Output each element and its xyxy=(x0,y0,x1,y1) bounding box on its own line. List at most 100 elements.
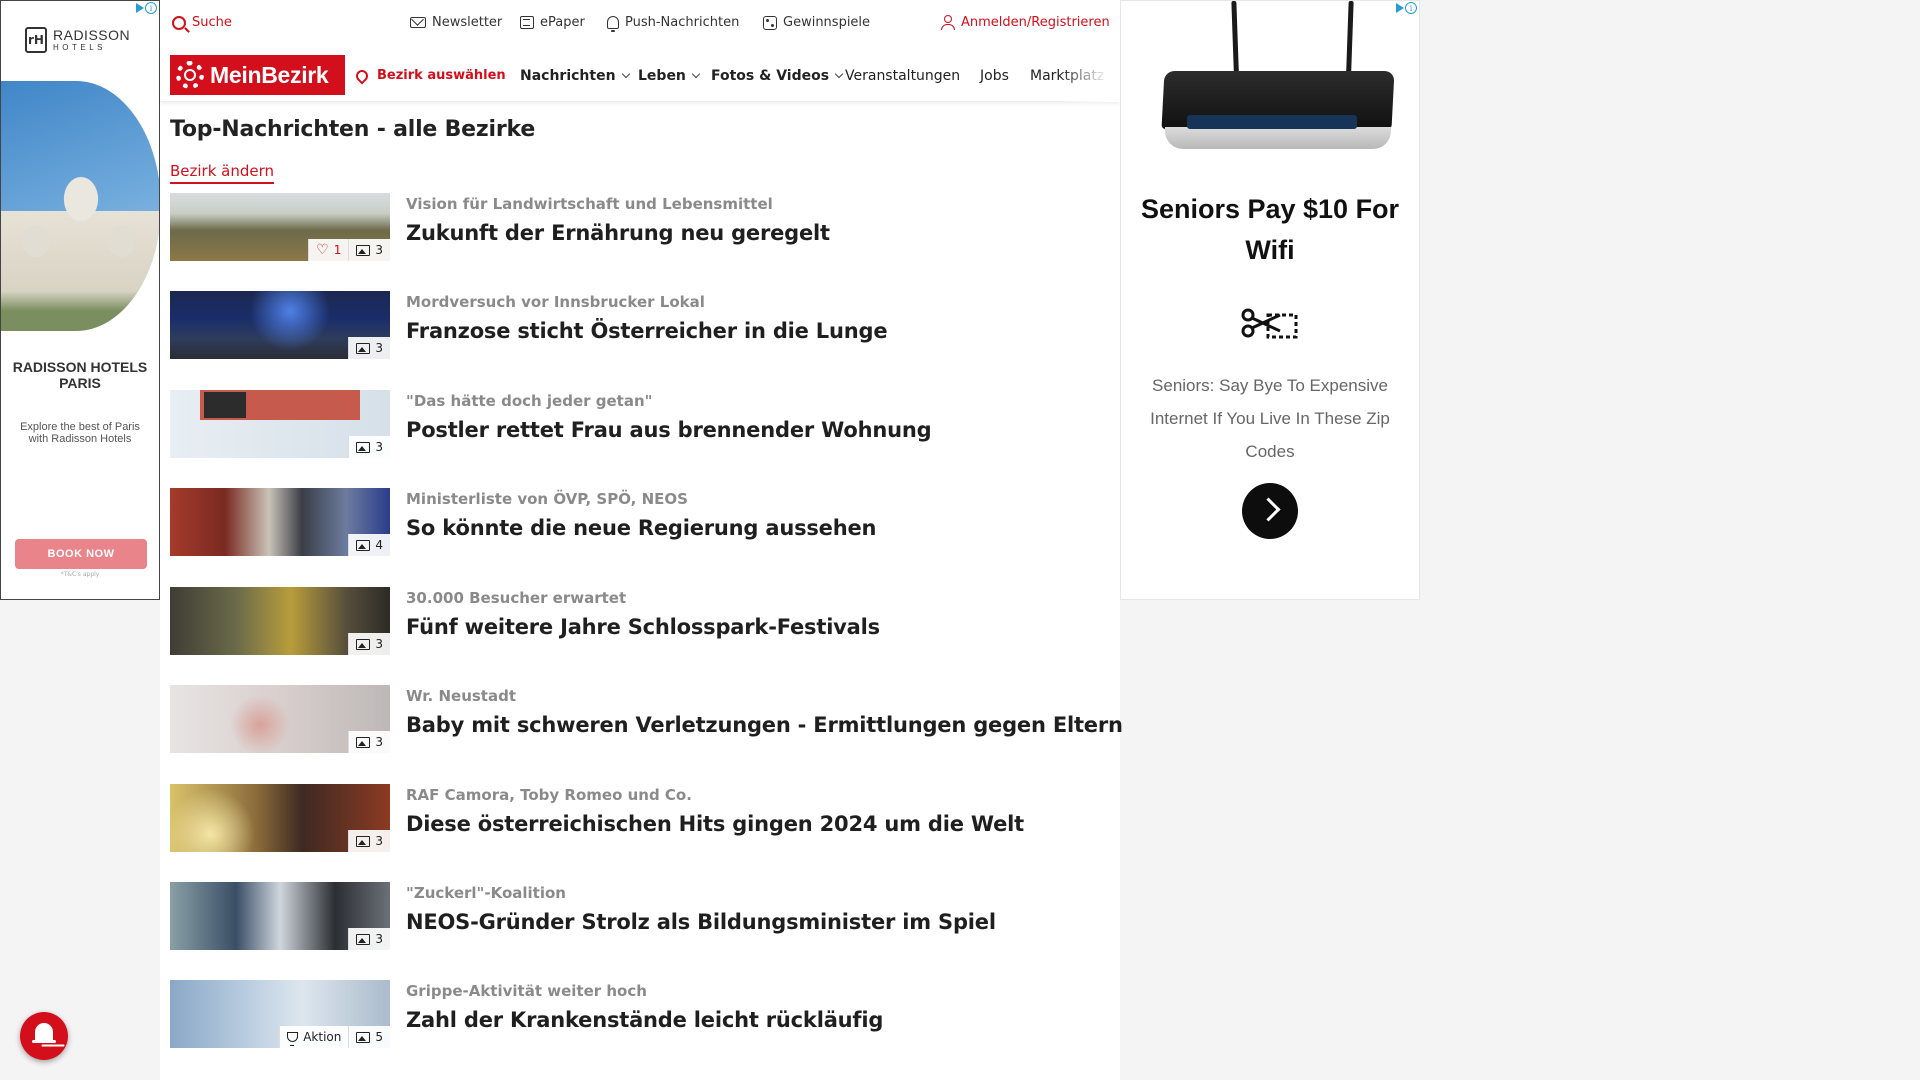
nav-item-fotos-videos[interactable]: Fotos & Videos xyxy=(711,68,844,84)
user-icon xyxy=(941,15,955,30)
article-headline[interactable]: Zahl der Krankenstände leicht rückläufig xyxy=(406,1008,883,1032)
image-count: 3 xyxy=(375,440,383,454)
article-item[interactable]: 4 Ministerliste von ÖVP, SPÖ, NEOS So kö… xyxy=(170,488,1110,558)
nav-label: Jobs xyxy=(980,68,1009,84)
article-kicker: Mordversuch vor Innsbrucker Lokal xyxy=(406,293,705,311)
article-headline[interactable]: NEOS-Gründer Strolz als Bildungsminister… xyxy=(406,910,996,934)
gallery-badge: 3 xyxy=(348,928,390,950)
article-thumbnail[interactable]: 3 xyxy=(170,587,390,655)
image-gallery-icon xyxy=(356,638,371,650)
image-gallery-icon xyxy=(356,244,371,256)
image-count: 3 xyxy=(375,932,383,946)
radisson-brand-name: RADISSON xyxy=(53,27,131,43)
article-thumbnail[interactable]: 3 xyxy=(170,291,390,359)
login-link[interactable]: Anmelden/Registrieren xyxy=(941,15,1110,30)
article-thumbnail[interactable]: ♡ 1 3 xyxy=(170,193,390,261)
gallery-badge: 3 xyxy=(348,337,390,359)
article-thumbnail[interactable]: 3 xyxy=(170,784,390,852)
article-kicker: "Das hätte doch jeder getan" xyxy=(406,392,653,410)
right-ad-body: Seniors: Say Bye To Expensive Internet I… xyxy=(1150,376,1390,461)
nav-item-jobs[interactable]: Jobs xyxy=(980,68,1009,84)
nav-item-leben[interactable]: Leben xyxy=(638,68,701,84)
article-thumbnail[interactable]: Aktion 5 xyxy=(170,980,390,1048)
article-headline[interactable]: Diese österreichischen Hits gingen 2024 … xyxy=(406,812,1024,836)
chevron-down-icon xyxy=(834,69,844,79)
wifi-router-image xyxy=(1151,1,1395,161)
image-gallery-icon xyxy=(356,441,371,453)
likes-badge: ♡ 1 xyxy=(308,239,349,261)
newsletter-link[interactable]: Newsletter xyxy=(410,15,502,30)
meinbezirk-logo[interactable]: MeinBezirk xyxy=(170,55,345,95)
article-kicker: Ministerliste von ÖVP, SPÖ, NEOS xyxy=(406,490,688,508)
nav-label: Fotos & Videos xyxy=(711,68,830,84)
nav-item-veranstaltungen[interactable]: Veranstaltungen xyxy=(845,68,960,84)
article-item[interactable]: 3 30.000 Besucher erwartet Fünf weitere … xyxy=(170,587,1110,657)
article-thumbnail[interactable]: 3 xyxy=(170,685,390,753)
push-label: Push-Nachrichten xyxy=(625,15,740,30)
district-label: Bezirk auswählen xyxy=(377,68,506,83)
top-utility-bar: Suche Newsletter ePaper Push-Nachrichten… xyxy=(160,0,1120,46)
nav-overflow-fade xyxy=(1060,46,1120,102)
epaper-label: ePaper xyxy=(540,15,585,30)
article-thumbnail[interactable]: 3 xyxy=(170,882,390,950)
radisson-mark: rH xyxy=(25,27,47,53)
left-ad-title: RADISSON HOTELS PARIS xyxy=(12,359,148,391)
district-select[interactable]: Bezirk auswählen xyxy=(353,67,506,84)
article-headline[interactable]: Baby mit schweren Verletzungen - Ermittl… xyxy=(406,713,1123,737)
gallery-badge: 3 xyxy=(348,830,390,852)
gallery-badge: 3 xyxy=(348,239,390,261)
push-notifications-link[interactable]: Push-Nachrichten xyxy=(607,15,740,32)
adchoices-icon[interactable]: i xyxy=(1396,2,1417,14)
games-link[interactable]: Gewinnspiele xyxy=(763,15,870,30)
chevron-right-button[interactable] xyxy=(1242,483,1298,539)
article-item[interactable]: 3 Mordversuch vor Innsbrucker Lokal Fran… xyxy=(170,291,1110,361)
article-item[interactable]: 3 Wr. Neustadt Baby mit schweren Verletz… xyxy=(170,685,1123,755)
newspaper-icon xyxy=(520,16,534,29)
left-ad-terms: *T&C's apply xyxy=(60,571,100,578)
image-count: 3 xyxy=(375,735,383,749)
image-gallery-icon xyxy=(356,835,371,847)
article-item[interactable]: Aktion 5 Grippe-Aktivität weiter hoch Za… xyxy=(170,980,1110,1050)
chevron-down-icon xyxy=(621,69,630,79)
epaper-link[interactable]: ePaper xyxy=(520,15,585,30)
gallery-badge: 3 xyxy=(348,633,390,655)
article-headline[interactable]: Fünf weitere Jahre Schlosspark-Festivals xyxy=(406,615,880,639)
article-item[interactable]: 3 "Das hätte doch jeder getan" Postler r… xyxy=(170,390,1110,460)
gallery-badge: 3 xyxy=(348,731,390,753)
notification-bell-button[interactable] xyxy=(20,1012,68,1060)
image-count: 4 xyxy=(375,538,383,552)
search-label: Suche xyxy=(192,15,232,30)
nav-item-nachrichten[interactable]: Nachrichten xyxy=(520,68,630,84)
book-now-button[interactable]: BOOK NOW xyxy=(15,539,147,569)
location-pin-icon xyxy=(353,67,371,84)
radisson-logo: rH RADISSON HOTELS xyxy=(25,27,130,53)
bell-icon xyxy=(607,16,619,32)
image-gallery-icon xyxy=(356,1031,371,1043)
article-item[interactable]: 3 "Zuckerl"-Koalition NEOS-Gründer Strol… xyxy=(170,882,1110,952)
article-headline[interactable]: Postler rettet Frau aus brennender Wohnu… xyxy=(406,418,932,442)
action-label: Aktion xyxy=(303,1030,342,1044)
image-gallery-icon xyxy=(356,933,371,945)
chevron-down-icon xyxy=(691,69,701,79)
article-kicker: Wr. Neustadt xyxy=(406,687,516,705)
login-label: Anmelden/Registrieren xyxy=(961,15,1110,30)
image-count: 3 xyxy=(375,243,383,257)
change-district-link[interactable]: Bezirk ändern xyxy=(170,162,275,184)
left-ad-banner[interactable]: i rH RADISSON HOTELS RADISSON HOTELS PAR… xyxy=(0,0,160,600)
article-headline[interactable]: Franzose sticht Österreicher in die Lung… xyxy=(406,319,888,343)
image-count: 3 xyxy=(375,637,383,651)
article-thumbnail[interactable]: 3 xyxy=(170,390,390,458)
article-kicker: "Zuckerl"-Koalition xyxy=(406,884,566,902)
article-headline[interactable]: So könnte die neue Regierung aussehen xyxy=(406,516,876,540)
article-item[interactable]: 3 RAF Camora, Toby Romeo und Co. Diese ö… xyxy=(170,784,1110,854)
article-thumbnail[interactable]: 4 xyxy=(170,488,390,556)
article-item[interactable]: ♡ 1 3 Vision für Landwirtschaft und Lebe… xyxy=(170,193,1110,263)
newsletter-label: Newsletter xyxy=(432,15,503,30)
nav-label: Veranstaltungen xyxy=(845,68,961,84)
search-link[interactable]: Suche xyxy=(172,15,232,30)
mail-icon xyxy=(410,17,426,28)
right-ad-banner[interactable]: i Seniors Pay $10 For Wifi Seniors: Say … xyxy=(1120,0,1420,600)
article-headline[interactable]: Zukunft der Ernährung neu geregelt xyxy=(406,221,830,245)
article-kicker: Grippe-Aktivität weiter hoch xyxy=(406,982,647,1000)
adchoices-icon[interactable]: i xyxy=(136,2,157,14)
